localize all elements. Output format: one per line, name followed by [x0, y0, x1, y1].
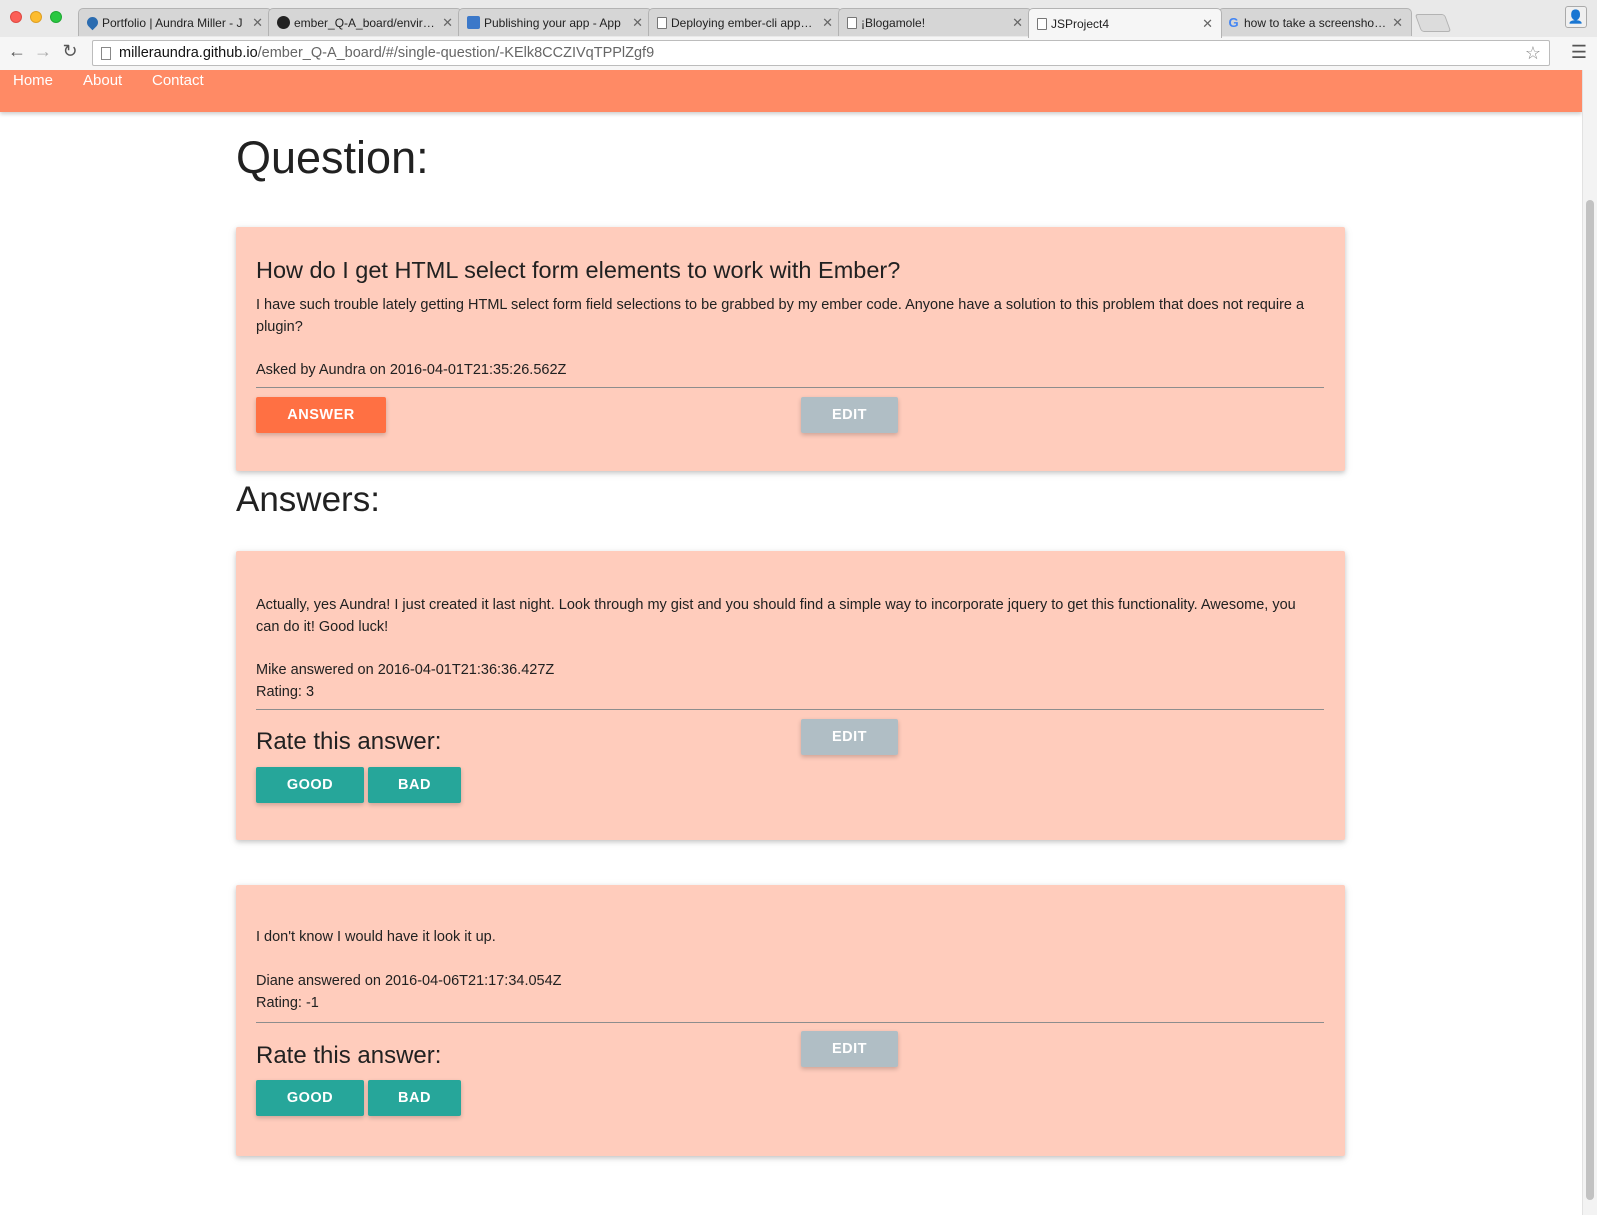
back-arrow-icon[interactable]: ←	[6, 41, 28, 62]
answers-heading: Answers:	[236, 480, 380, 519]
address-bar[interactable]: milleraundra.github.io/ember_Q-A_board/#…	[92, 40, 1550, 66]
close-tab-icon[interactable]: ✕	[1392, 15, 1403, 31]
document-favicon-icon	[847, 16, 857, 29]
nav-home-link[interactable]: Home	[13, 72, 53, 89]
divider	[256, 709, 1324, 710]
minimize-window-button[interactable]	[30, 11, 42, 23]
browser-tab[interactable]: G how to take a screenshot o ✕	[1218, 8, 1412, 36]
tab-label: how to take a screenshot o	[1244, 15, 1387, 30]
rate-answer-label: Rate this answer:	[256, 1042, 442, 1069]
good-rating-button[interactable]: GOOD	[256, 1080, 364, 1116]
nav-about-link[interactable]: About	[83, 72, 122, 89]
hamburger-menu-icon[interactable]: ☰	[1571, 42, 1587, 63]
question-title: How do I get HTML select form elements t…	[256, 257, 901, 283]
document-favicon-icon	[1037, 17, 1047, 30]
github-favicon-icon	[277, 16, 290, 29]
browser-tab[interactable]: ¡Blogamole! ✕	[838, 8, 1032, 36]
good-rating-button[interactable]: GOOD	[256, 767, 364, 803]
nav-contact-link[interactable]: Contact	[152, 72, 204, 89]
bad-rating-button[interactable]: BAD	[368, 767, 461, 803]
scrollbar-thumb[interactable]	[1586, 200, 1594, 1200]
site-navbar: Home About Contact	[0, 70, 1582, 112]
tab-label: JSProject4	[1051, 16, 1110, 31]
bookmark-star-icon[interactable]: ☆	[1525, 43, 1541, 64]
window-controls	[10, 11, 62, 23]
forward-arrow-icon[interactable]: →	[32, 41, 54, 62]
divider	[256, 387, 1324, 388]
browser-tab[interactable]: Portfolio | Aundra Miller - J ✕	[78, 8, 272, 36]
tab-label: Deploying ember-cli apps a	[671, 15, 817, 30]
close-tab-icon[interactable]: ✕	[442, 15, 453, 31]
page-document-icon	[101, 46, 111, 60]
browser-chrome: Portfolio | Aundra Miller - J ✕ ember_Q-…	[0, 0, 1597, 70]
document-favicon-icon	[657, 16, 667, 29]
answer-card: I don't know I would have it look it up.…	[236, 885, 1345, 1156]
tab-label: Publishing your app - App	[484, 15, 621, 30]
answer-card: Actually, yes Aundra! I just created it …	[236, 551, 1345, 840]
publish-favicon-icon	[467, 16, 480, 29]
divider	[256, 1022, 1324, 1023]
edit-answer-button[interactable]: EDIT	[801, 1031, 898, 1067]
answer-author: Diane answered on 2016-04-06T21:17:34.05…	[256, 973, 562, 989]
reload-icon[interactable]: ↻	[59, 41, 81, 62]
page-title: Question:	[236, 132, 429, 183]
close-tab-icon[interactable]: ✕	[252, 15, 263, 31]
close-tab-icon[interactable]: ✕	[1202, 16, 1213, 32]
browser-tab[interactable]: Publishing your app - App ✕	[458, 8, 652, 36]
url-path: /ember_Q-A_board/#/single-question/-KElk…	[257, 45, 655, 61]
bad-rating-button[interactable]: BAD	[368, 1080, 461, 1116]
zoom-window-button[interactable]	[50, 11, 62, 23]
drop-favicon-icon	[84, 14, 101, 31]
close-tab-icon[interactable]: ✕	[822, 15, 833, 31]
answer-rating: Rating: -1	[256, 995, 319, 1011]
close-tab-icon[interactable]: ✕	[1012, 15, 1023, 31]
tab-label: Portfolio | Aundra Miller - J	[102, 15, 243, 30]
new-tab-button[interactable]	[1414, 14, 1452, 32]
question-card: How do I get HTML select form elements t…	[236, 227, 1345, 471]
edit-answer-button[interactable]: EDIT	[801, 719, 898, 755]
tab-label: ember_Q-A_board/environn	[294, 15, 437, 30]
browser-tab[interactable]: Deploying ember-cli apps a ✕	[648, 8, 842, 36]
vertical-scrollbar[interactable]	[1582, 70, 1597, 1215]
tab-label: ¡Blogamole!	[861, 15, 926, 30]
answer-button[interactable]: ANSWER	[256, 397, 386, 433]
answer-body: Actually, yes Aundra! I just created it …	[256, 597, 1296, 635]
browser-tab[interactable]: ember_Q-A_board/environn ✕	[268, 8, 462, 36]
browser-toolbar: ← → ↻ milleraundra.github.io/ember_Q-A_b…	[0, 37, 1597, 70]
page-viewport: Home About Contact Question: How do I ge…	[0, 70, 1582, 1215]
browser-tab-active[interactable]: JSProject4 ✕	[1028, 8, 1222, 38]
rate-answer-label: Rate this answer:	[256, 728, 442, 755]
answer-body: I don't know I would have it look it up.	[256, 929, 496, 945]
edit-question-button[interactable]: EDIT	[801, 397, 898, 433]
google-favicon-icon: G	[1228, 15, 1239, 30]
question-asked-by: Asked by Aundra on 2016-04-01T21:35:26.5…	[256, 362, 567, 378]
profile-icon[interactable]: 👤	[1565, 6, 1587, 28]
url-host: milleraundra.github.io	[119, 45, 258, 61]
answer-rating: Rating: 3	[256, 684, 315, 700]
close-tab-icon[interactable]: ✕	[632, 15, 643, 31]
question-body: I have such trouble lately getting HTML …	[256, 297, 1305, 335]
close-window-button[interactable]	[10, 11, 22, 23]
tab-strip: Portfolio | Aundra Miller - J ✕ ember_Q-…	[78, 8, 1452, 38]
answer-author: Mike answered on 2016-04-01T21:36:36.427…	[256, 662, 555, 678]
